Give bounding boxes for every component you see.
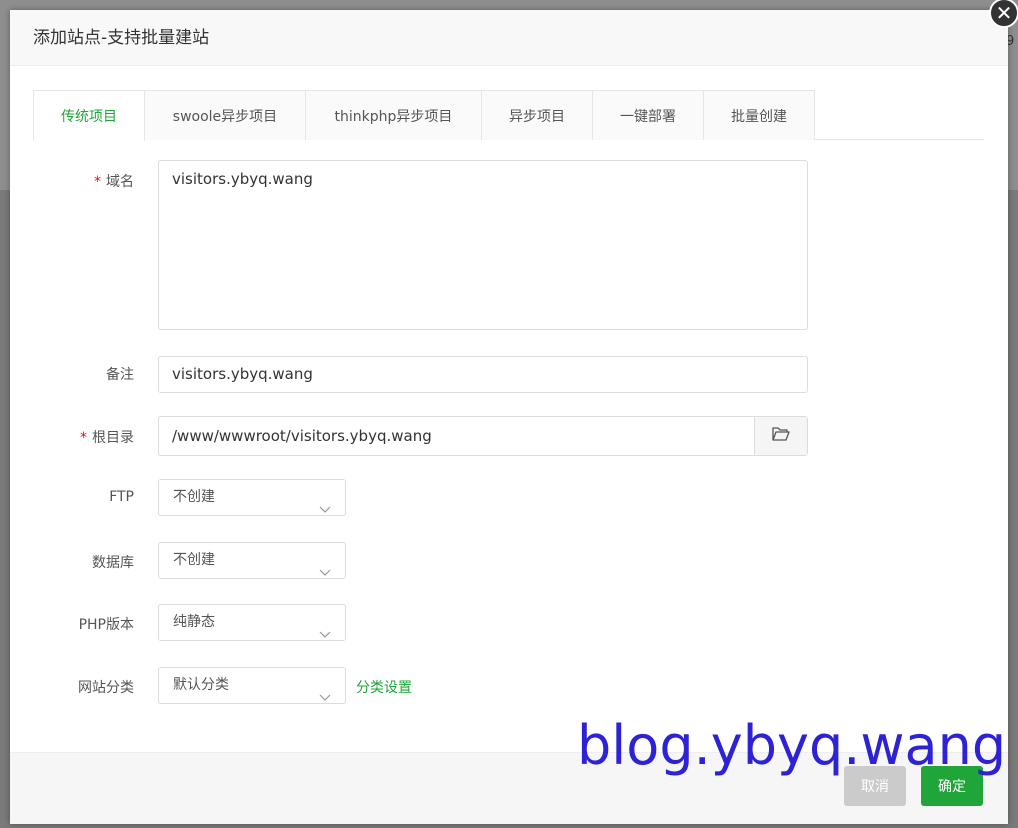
site-category-selected: 默认分类: [173, 677, 229, 693]
project-type-tabs: 传统项目 swoole异步项目 thinkphp异步项目 异步项目 一键部署 批…: [33, 90, 984, 141]
remark-input[interactable]: visitors.ybyq.wang: [158, 356, 808, 393]
database-selected: 不创建: [173, 552, 215, 568]
root-dir-value: /www/wwwroot/visitors.ybyq.wang: [172, 427, 432, 445]
dialog-header: 添加站点-支持批量建站: [10, 10, 1008, 66]
root-dir-label: * 根目录: [80, 427, 134, 447]
watermark: blog.ybyq.wang: [577, 714, 1007, 777]
dialog-title: 添加站点-支持批量建站: [33, 28, 210, 48]
tab-label: thinkphp异步项目: [334, 108, 453, 125]
required-mark: *: [80, 430, 87, 446]
remark-label: 备注: [106, 367, 134, 383]
tab-async[interactable]: 异步项目: [481, 90, 593, 140]
root-dir-input[interactable]: /www/wwwroot/visitors.ybyq.wang: [158, 416, 808, 456]
ftp-select[interactable]: 不创建: [158, 479, 346, 516]
domain-value: visitors.ybyq.wang: [172, 170, 313, 188]
close-icon[interactable]: ✕: [989, 0, 1018, 28]
chevron-down-icon: [319, 618, 331, 653]
tab-swoole[interactable]: swoole异步项目: [144, 90, 306, 140]
add-site-dialog: 添加站点-支持批量建站 传统项目 swoole异步项目 thinkphp异步项目…: [10, 10, 1008, 824]
site-category-select[interactable]: 默认分类: [158, 667, 346, 704]
required-mark: *: [94, 174, 101, 190]
tab-one-click-deploy[interactable]: 一键部署: [592, 90, 704, 140]
tab-label: 传统项目: [61, 109, 117, 125]
chevron-down-icon: [319, 556, 331, 591]
database-label: 数据库: [92, 555, 134, 571]
chevron-down-icon: [319, 681, 331, 716]
site-category-label: 网站分类: [78, 680, 134, 696]
tab-label: 批量创建: [731, 108, 787, 125]
category-settings-link[interactable]: 分类设置: [356, 677, 412, 697]
root-dir-label-text: 根目录: [92, 430, 134, 446]
tab-label: 一键部署: [620, 108, 676, 125]
ftp-label: FTP: [109, 489, 134, 505]
chevron-down-icon: [319, 493, 331, 528]
tab-traditional[interactable]: 传统项目: [33, 90, 145, 141]
remark-value: visitors.ybyq.wang: [172, 365, 313, 383]
php-version-select[interactable]: 纯静态: [158, 604, 346, 641]
choose-folder-button[interactable]: [754, 417, 807, 455]
domain-label: * 域名: [94, 171, 134, 191]
tab-thinkphp[interactable]: thinkphp异步项目: [305, 90, 482, 140]
database-select[interactable]: 不创建: [158, 542, 346, 579]
php-version-label: PHP版本: [78, 617, 134, 633]
domain-textarea[interactable]: visitors.ybyq.wang: [158, 160, 808, 330]
php-version-selected: 纯静态: [173, 614, 215, 630]
tab-label: 异步项目: [509, 108, 565, 125]
tab-label: swoole异步项目: [172, 108, 278, 125]
domain-label-text: 域名: [106, 174, 134, 190]
ftp-selected: 不创建: [173, 489, 215, 505]
tab-batch-create[interactable]: 批量创建: [703, 90, 815, 140]
folder-open-icon: [772, 417, 790, 455]
